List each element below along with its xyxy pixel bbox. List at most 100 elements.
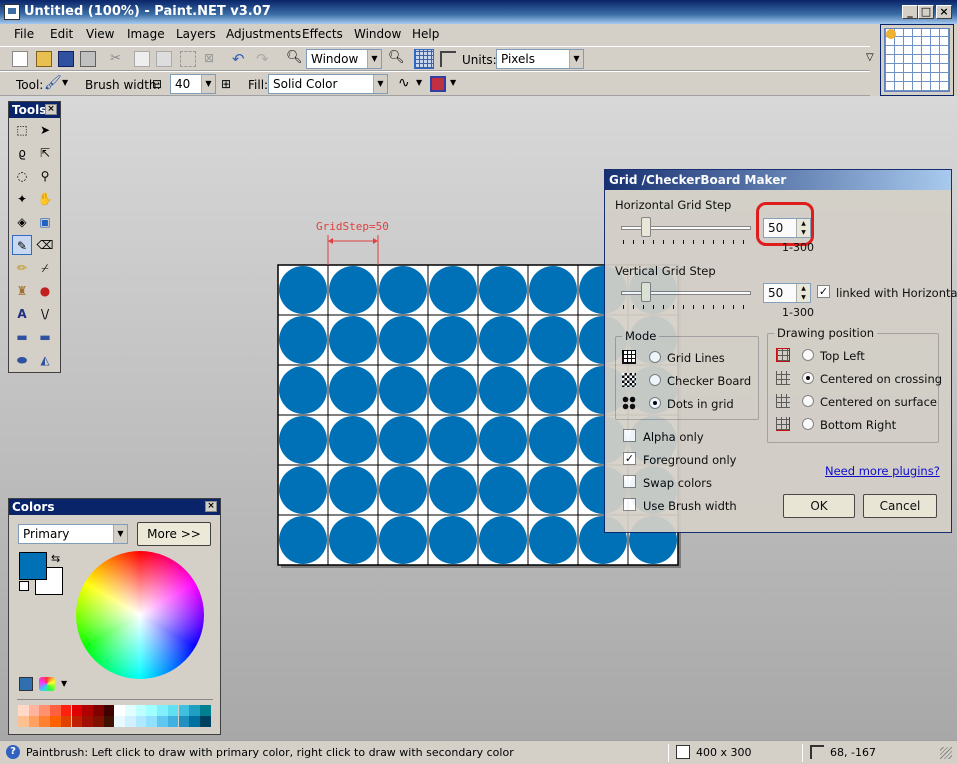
use-brush-width-checkbox[interactable]	[623, 498, 636, 511]
gradient-icon[interactable]: ▣	[35, 212, 55, 232]
palette-swatch[interactable]	[71, 716, 83, 727]
palette-swatch[interactable]	[50, 716, 61, 727]
position-centered-surface-radio[interactable]	[802, 395, 814, 407]
rulers-icon[interactable]	[440, 51, 456, 67]
save-icon[interactable]	[58, 51, 74, 67]
zoom-dropdown[interactable]: Window ▼	[306, 49, 382, 69]
more-colors-button[interactable]: More >>	[137, 522, 211, 546]
palette-swatch[interactable]	[28, 716, 40, 727]
brush-width-dropdown[interactable]: 40 ▼	[170, 74, 216, 94]
palette-swatch[interactable]	[50, 705, 61, 716]
palette-swatch[interactable]	[167, 716, 179, 727]
paintbrush-icon[interactable]: 🖌︎	[44, 75, 62, 91]
palette-swatch[interactable]	[135, 705, 147, 716]
menu-image[interactable]: Image	[127, 27, 165, 41]
color-picker-icon[interactable]: ⌿	[35, 258, 55, 278]
swap-colors-checkbox[interactable]	[623, 475, 636, 488]
text-icon[interactable]: A	[12, 304, 32, 324]
mode-checker-board-radio[interactable]	[649, 374, 661, 386]
paint-bucket-icon[interactable]: ◈	[12, 212, 32, 232]
rounded-rectangle-icon[interactable]: ▬	[35, 327, 55, 347]
print-icon[interactable]	[80, 51, 96, 67]
palette-swatch[interactable]	[178, 705, 190, 716]
menu-adjustments[interactable]: Adjustments	[226, 27, 301, 41]
palette-swatch[interactable]	[199, 705, 211, 716]
vertical-step-input[interactable]: 50 ▲ ▼	[763, 283, 811, 303]
close-icon[interactable]: ×	[45, 104, 57, 115]
palette-swatch[interactable]	[114, 705, 125, 716]
vertical-step-thumb[interactable]	[641, 282, 651, 302]
zoom-out-icon[interactable]: 🔍︎	[286, 50, 303, 66]
rectangle-select-icon[interactable]: ⬚	[12, 120, 32, 140]
menu-window[interactable]: Window	[354, 27, 401, 41]
spinner-icon[interactable]: ▲ ▼	[796, 284, 810, 302]
spinner-icon[interactable]: ▲ ▼	[796, 219, 810, 237]
reset-colors-icon[interactable]	[19, 581, 29, 591]
palette-swatch[interactable]	[39, 705, 51, 716]
move-selected-icon[interactable]: ⇱	[35, 143, 55, 163]
deselect-icon[interactable]: ⊠	[204, 51, 220, 67]
palette-swatch[interactable]	[82, 716, 93, 727]
palette-swatch[interactable]	[125, 716, 136, 727]
menu-edit[interactable]: Edit	[50, 27, 73, 41]
chevron-down-icon[interactable]: ▼	[450, 78, 466, 94]
close-icon[interactable]: ×	[205, 501, 217, 512]
palette-swatch[interactable]	[125, 705, 136, 716]
open-icon[interactable]	[36, 51, 52, 67]
pencil-icon[interactable]: ✏	[12, 258, 32, 278]
cut-icon[interactable]: ✂	[110, 51, 126, 67]
palette-swatch[interactable]	[135, 716, 147, 727]
palette-swatch[interactable]	[28, 705, 40, 716]
palette-swatch[interactable]	[18, 705, 29, 716]
position-bottom-right-radio[interactable]	[802, 418, 814, 430]
lasso-icon[interactable]: ϱ	[12, 143, 32, 163]
antialias-icon[interactable]: ∿	[398, 75, 414, 91]
palette-swatch[interactable]	[71, 705, 83, 716]
clone-stamp-icon[interactable]: ♜	[12, 281, 32, 301]
palette-swatch[interactable]	[146, 705, 158, 716]
mode-dots-radio[interactable]	[649, 397, 661, 409]
crop-icon[interactable]	[180, 51, 196, 67]
menu-layers[interactable]: Layers	[176, 27, 216, 41]
pan-icon[interactable]: ✋	[35, 189, 55, 209]
palette-swatch[interactable]	[189, 716, 200, 727]
foreground-only-checkbox[interactable]: ✓	[623, 452, 636, 465]
brush-decrease-button[interactable]: ⊟	[152, 77, 162, 91]
palette-swatch[interactable]	[103, 705, 115, 716]
palette-swatch[interactable]	[199, 716, 211, 727]
menu-view[interactable]: View	[86, 27, 114, 41]
palette-swatch[interactable]	[167, 705, 179, 716]
close-button[interactable]: ×	[936, 5, 952, 19]
palette-swatch[interactable]	[92, 705, 104, 716]
fill-dropdown[interactable]: Solid Color ▼	[268, 74, 388, 94]
move-selection-icon[interactable]: ➤	[35, 120, 55, 140]
grid-toggle-icon[interactable]	[414, 49, 434, 69]
rectangle-icon[interactable]: ▬	[12, 327, 32, 347]
color-palette[interactable]	[18, 705, 212, 727]
palette-menu-icon[interactable]	[39, 677, 55, 691]
menu-effects[interactable]: Effects	[302, 27, 343, 41]
position-top-left-radio[interactable]	[802, 349, 814, 361]
horizontal-step-thumb[interactable]	[641, 217, 651, 237]
alpha-only-checkbox[interactable]	[623, 429, 636, 442]
palette-swatch[interactable]	[39, 716, 51, 727]
palette-swatch[interactable]	[178, 716, 190, 727]
menu-file[interactable]: File	[14, 27, 34, 41]
palette-swatch[interactable]	[114, 716, 125, 727]
undo-icon[interactable]: ↶	[232, 50, 248, 68]
ellipse-select-icon[interactable]: ◌	[12, 166, 32, 186]
palette-swatch[interactable]	[157, 705, 168, 716]
palette-swatch[interactable]	[189, 705, 200, 716]
eraser-icon[interactable]: ⌫	[35, 235, 55, 255]
thumbnail-panel[interactable]	[880, 24, 954, 96]
palette-swatch[interactable]	[157, 716, 168, 727]
paste-icon[interactable]	[156, 51, 172, 67]
line-curve-icon[interactable]: \/	[35, 304, 55, 324]
primary-color-swatch[interactable]	[19, 552, 47, 580]
linked-checkbox[interactable]: ✓	[817, 285, 830, 298]
palette-swatch[interactable]	[103, 716, 115, 727]
recolor-icon[interactable]: ●	[35, 281, 55, 301]
blend-mode-icon[interactable]	[430, 76, 446, 92]
palette-swatch[interactable]	[92, 716, 104, 727]
units-dropdown[interactable]: Pixels ▼	[496, 49, 584, 69]
